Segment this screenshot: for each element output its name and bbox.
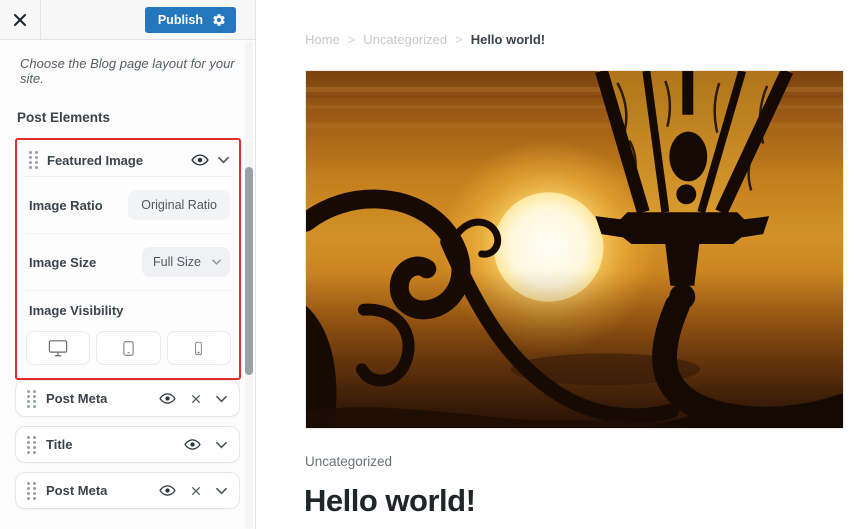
element-card-label: Title — [46, 437, 174, 452]
post-category[interactable]: Uncategorized — [305, 454, 392, 469]
visibility-toggle-button[interactable] — [191, 153, 209, 167]
publish-label: Publish — [158, 13, 203, 27]
panel-description: Choose the Blog page layout for your sit… — [20, 56, 239, 86]
customizer-sidebar: Publish Choose the Blog page layout for … — [0, 0, 256, 529]
featured-image-photo — [305, 70, 844, 429]
close-button[interactable] — [0, 0, 41, 40]
collapse-button[interactable] — [218, 156, 229, 164]
chevron-down-icon — [216, 441, 227, 449]
visibility-toggle-button[interactable] — [184, 438, 201, 451]
breadcrumb: Home > Uncategorized > Hello world! — [305, 32, 545, 47]
device-toggle-group — [26, 331, 231, 365]
drag-handle-icon[interactable] — [27, 482, 36, 500]
expand-button[interactable] — [216, 487, 227, 495]
image-size-row: Image Size Full Size — [24, 234, 232, 291]
chevron-down-icon — [216, 395, 227, 403]
post-title: Hello world! — [304, 483, 475, 519]
section-title: Post Elements — [17, 110, 241, 125]
mobile-visibility-button[interactable] — [167, 331, 231, 365]
tablet-icon — [120, 339, 137, 358]
sidebar-topbar: Publish — [0, 0, 255, 40]
eye-icon — [159, 392, 176, 405]
scrollbar-thumb[interactable] — [245, 167, 253, 375]
sidebar-scrollbar — [245, 41, 253, 529]
eye-icon — [159, 484, 176, 497]
breadcrumb-separator: > — [348, 32, 356, 47]
image-visibility-label: Image Visibility — [29, 303, 230, 318]
element-card-label: Post Meta — [46, 483, 149, 498]
drag-handle-icon[interactable] — [27, 436, 36, 454]
close-icon — [13, 13, 27, 27]
sidebar-panel: Choose the Blog page layout for your sit… — [0, 40, 255, 509]
customizer-app: Publish Choose the Blog page layout for … — [0, 0, 860, 529]
remove-element-button[interactable] — [191, 486, 201, 496]
mobile-phone-icon — [191, 339, 206, 358]
tablet-visibility-button[interactable] — [96, 331, 160, 365]
publish-button[interactable]: Publish — [145, 7, 236, 33]
desktop-visibility-button[interactable] — [26, 331, 90, 365]
featured-image-header[interactable]: Featured Image — [24, 144, 232, 177]
featured-image-section: Featured Image Image Ratio — [15, 138, 241, 380]
expand-button[interactable] — [216, 395, 227, 403]
eye-icon — [184, 438, 201, 451]
image-ratio-button[interactable]: Original Ratio — [128, 190, 230, 220]
expand-button[interactable] — [216, 441, 227, 449]
x-remove-icon — [191, 394, 201, 404]
visibility-toggle-button[interactable] — [159, 392, 176, 405]
breadcrumb-home-link[interactable]: Home — [305, 32, 340, 47]
image-ratio-row: Image Ratio Original Ratio — [24, 177, 232, 234]
image-size-label: Image Size — [29, 255, 96, 270]
breadcrumb-separator: > — [455, 32, 463, 47]
remove-element-button[interactable] — [191, 394, 201, 404]
sunset-lamp-image — [306, 71, 843, 428]
drag-handle-icon[interactable] — [27, 390, 36, 408]
drag-handle-icon[interactable] — [29, 151, 38, 169]
breadcrumb-category-link[interactable]: Uncategorized — [363, 32, 447, 47]
element-card-title[interactable]: Title — [15, 426, 240, 463]
x-remove-icon — [191, 486, 201, 496]
chevron-down-icon — [212, 259, 221, 265]
featured-image-title: Featured Image — [47, 153, 182, 168]
site-preview: Home > Uncategorized > Hello world! — [257, 0, 860, 529]
element-card-post-meta-2[interactable]: Post Meta — [15, 472, 240, 509]
image-visibility-row: Image Visibility — [24, 291, 232, 365]
chevron-down-icon — [218, 156, 229, 164]
chevron-down-icon — [216, 487, 227, 495]
gear-icon — [212, 13, 226, 27]
element-card-post-meta-1[interactable]: Post Meta — [15, 380, 240, 417]
visibility-toggle-button[interactable] — [159, 484, 176, 497]
image-size-value: Full Size — [153, 255, 201, 269]
image-size-select[interactable]: Full Size — [142, 247, 230, 277]
desktop-monitor-icon — [47, 339, 69, 358]
image-ratio-label: Image Ratio — [29, 198, 103, 213]
breadcrumb-current-page: Hello world! — [471, 32, 545, 47]
eye-icon — [191, 153, 209, 167]
element-card-label: Post Meta — [46, 391, 149, 406]
